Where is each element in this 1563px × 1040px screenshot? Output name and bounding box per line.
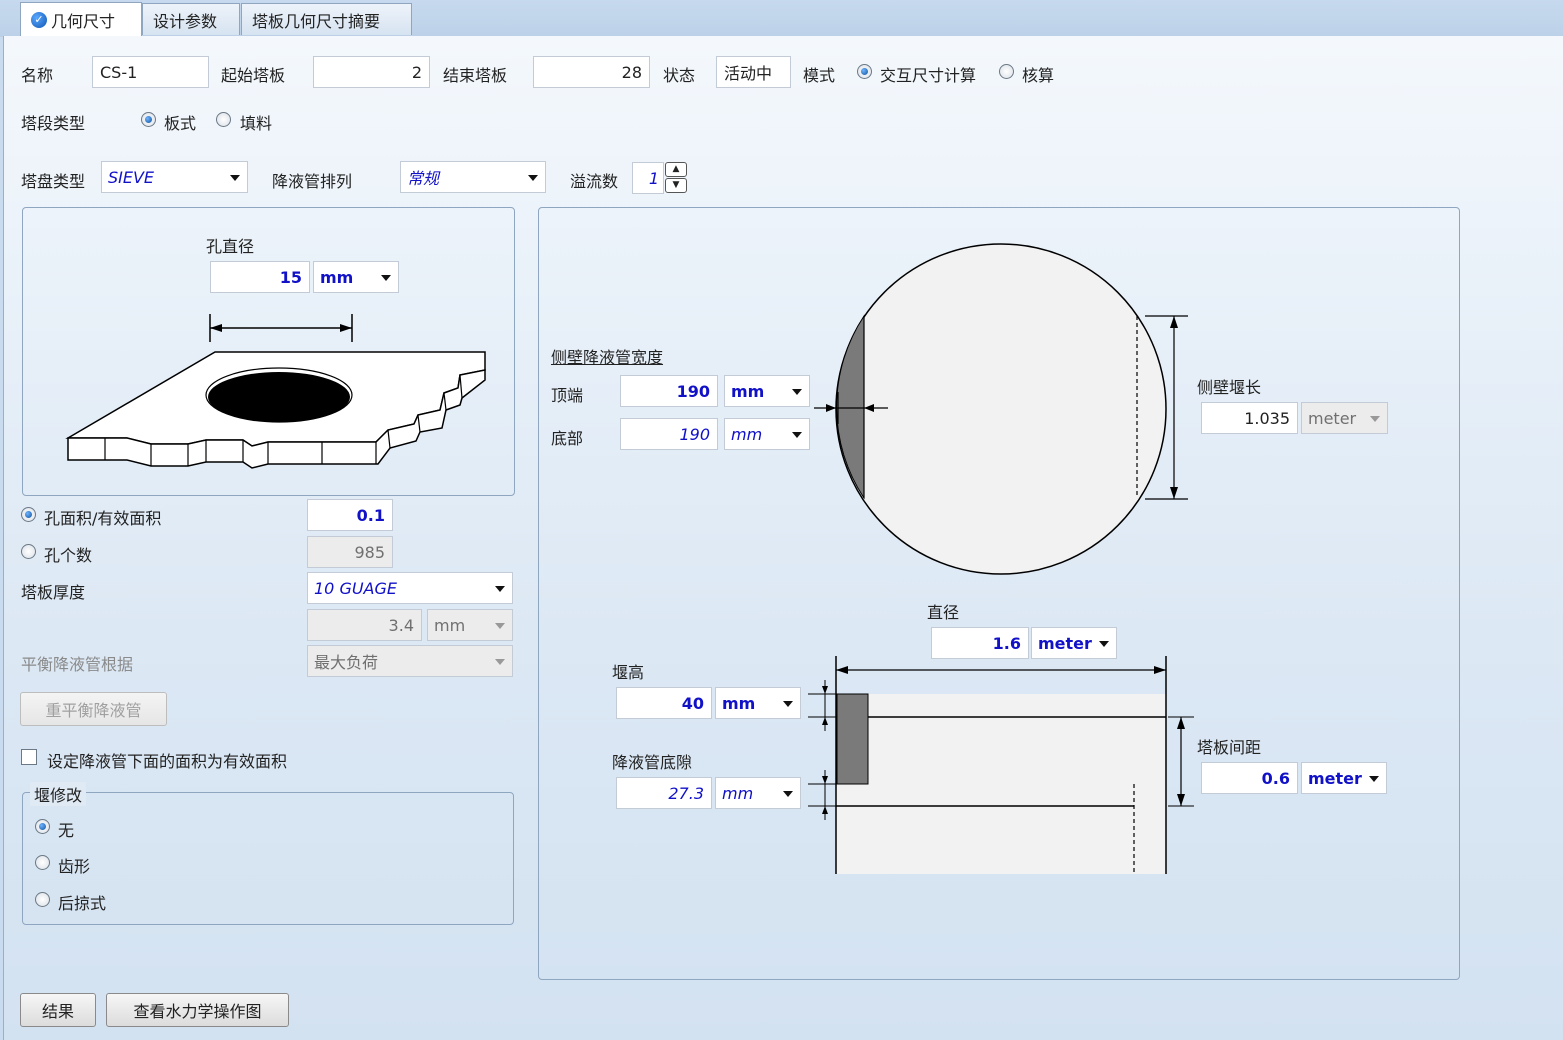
dc-top-label: 顶端	[551, 386, 584, 405]
weir-height-unit-dropdown[interactable]: mm	[715, 687, 801, 719]
results-button[interactable]: 结果	[20, 993, 96, 1027]
dc-bottom-field[interactable]: 190	[620, 418, 718, 450]
chevron-down-icon	[1369, 776, 1379, 782]
weir-height-field[interactable]: 40	[616, 687, 712, 719]
weir-height-unit: mm	[722, 693, 756, 713]
chevron-down-icon	[783, 701, 793, 707]
dc-clearance-label: 降液管底隙	[612, 753, 693, 772]
tray-spacing-unit: meter	[1308, 768, 1362, 788]
chevron-down-icon	[1370, 416, 1380, 422]
dc-bottom-unit-dropdown[interactable]: mm	[724, 418, 810, 450]
downcomer-drawing	[808, 243, 1194, 874]
side-weir-length-unit-dropdown: meter	[1301, 402, 1388, 434]
hydraulic-plot-button[interactable]: 查看水力学操作图	[106, 993, 289, 1027]
diameter-field[interactable]: 1.6	[931, 627, 1029, 659]
dc-top-unit-dropdown[interactable]: mm	[724, 375, 810, 407]
tray-spacing-unit-dropdown[interactable]: meter	[1301, 762, 1387, 794]
dc-clearance-field[interactable]: 27.3	[616, 777, 712, 809]
side-weir-length-unit: meter	[1308, 408, 1357, 428]
dc-clearance-unit-dropdown[interactable]: mm	[715, 777, 801, 809]
side-weir-length-field: 1.035	[1201, 402, 1298, 434]
diameter-unit-dropdown[interactable]: meter	[1031, 627, 1117, 659]
dc-clearance-unit: mm	[722, 783, 754, 803]
diameter-unit: meter	[1038, 633, 1092, 653]
dc-top-unit: mm	[731, 381, 765, 401]
side-weir-length-label: 侧壁堰长	[1197, 378, 1262, 397]
dc-top-field[interactable]: 190	[620, 375, 718, 407]
tray-spacing-field[interactable]: 0.6	[1201, 762, 1298, 794]
dc-bottom-label: 底部	[551, 429, 584, 448]
diameter-label: 直径	[927, 603, 960, 622]
weir-height-label: 堰高	[612, 663, 645, 682]
tray-spacing-label: 塔板间距	[1197, 738, 1262, 757]
dc-bottom-unit: mm	[731, 424, 763, 444]
chevron-down-icon	[1099, 641, 1109, 647]
side-dc-width-label: 侧壁降液管宽度	[551, 348, 664, 367]
chevron-down-icon	[792, 432, 802, 438]
chevron-down-icon	[783, 791, 793, 797]
chevron-down-icon	[792, 389, 802, 395]
